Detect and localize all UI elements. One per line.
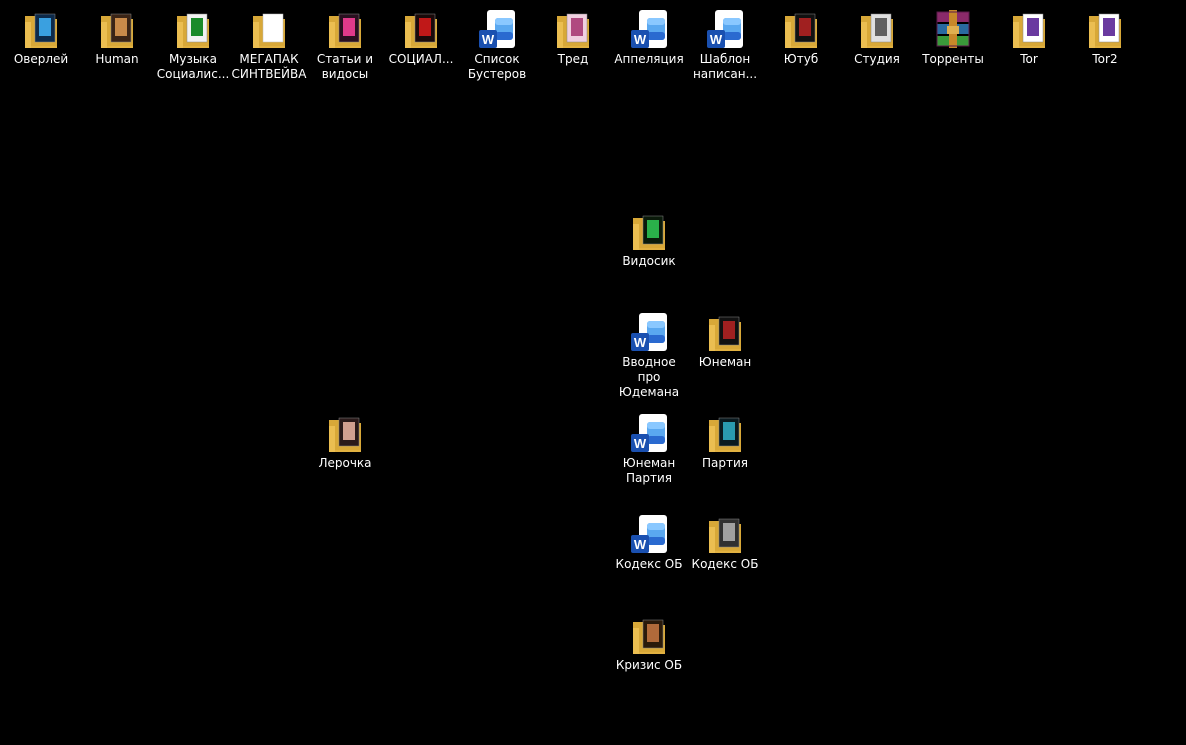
icon-label: Партия [701, 456, 748, 470]
word-document-icon: W [629, 8, 669, 52]
folder-icon [173, 8, 213, 52]
icon-label: Лерочка [318, 456, 372, 470]
word-document-icon: W [629, 311, 669, 355]
svg-text:W: W [710, 32, 723, 47]
desktop-icon-overlay[interactable]: Оверлей [3, 2, 79, 98]
icon-label: Вводное про Юдемана [618, 355, 680, 399]
folder-icon [705, 513, 745, 557]
desktop-icon-intro-udeman[interactable]: W Вводное про Юдемана [611, 305, 687, 401]
icon-label: Торренты [922, 52, 984, 66]
folder-icon [401, 8, 441, 52]
desktop-icon-torrents[interactable]: Торренты [915, 2, 991, 98]
icon-label: Кризис ОБ [615, 658, 683, 672]
icon-label: Список Бустеров [467, 52, 527, 81]
folder-icon [629, 210, 669, 254]
desktop-icon-thread[interactable]: Тред [535, 2, 611, 98]
desktop-icon-codex-doc[interactable]: W Кодекс ОБ [611, 507, 687, 603]
desktop-icon-studio[interactable]: Студия [839, 2, 915, 98]
folder-icon [857, 8, 897, 52]
svg-text:W: W [634, 32, 647, 47]
icon-label: Статьи и видосы [316, 52, 374, 81]
folder-icon [21, 8, 61, 52]
word-document-icon: W [629, 513, 669, 557]
folder-icon [97, 8, 137, 52]
folder-icon [629, 614, 669, 658]
icon-label: Юнеман Партия [622, 456, 676, 485]
word-document-icon: W [629, 412, 669, 456]
svg-text:W: W [634, 436, 647, 451]
folder-icon [1009, 8, 1049, 52]
icon-label: Tor [1020, 52, 1038, 66]
desktop-icon-tor[interactable]: Tor [991, 2, 1067, 98]
folder-icon [325, 8, 365, 52]
desktop-icon-youtube[interactable]: Ютуб [763, 2, 839, 98]
icon-label: СОЦИАЛ... [388, 52, 454, 66]
icon-label: Кодекс ОБ [615, 557, 683, 571]
icon-label: Студия [854, 52, 900, 66]
folder-icon [325, 412, 365, 456]
icon-label: Тред [557, 52, 589, 66]
desktop-icon-human[interactable]: Human [79, 2, 155, 98]
folder-icon [553, 8, 593, 52]
icon-label: Кодекс ОБ [691, 557, 759, 571]
desktop-icon-party[interactable]: Партия [687, 406, 763, 502]
desktop-icon-crisis[interactable]: Кризис ОБ [611, 608, 687, 704]
desktop-icon-uneman[interactable]: Юнеман [687, 305, 763, 401]
desktop-icon-video[interactable]: Видосик [611, 204, 687, 300]
icon-label: Юнеман [698, 355, 752, 369]
icon-label: МЕГАПАК СИНТВЕЙВА [231, 52, 307, 81]
desktop-icon-articles-videos[interactable]: Статьи и видосы [307, 2, 383, 98]
folder-icon [705, 311, 745, 355]
icon-label: Аппеляция [614, 52, 684, 66]
icon-label: Tor2 [1092, 52, 1118, 66]
desktop-icon-appeal[interactable]: W Аппеляция [611, 2, 687, 98]
icon-label: Ютуб [783, 52, 819, 66]
svg-text:W: W [482, 32, 495, 47]
svg-text:W: W [634, 335, 647, 350]
icon-label: Музыка Социалис... [156, 52, 230, 81]
desktop-icon-lerochka[interactable]: Лерочка [307, 406, 383, 502]
folder-icon [781, 8, 821, 52]
desktop-icon-tor2[interactable]: Tor2 [1067, 2, 1143, 98]
desktop-icon-template[interactable]: W Шаблон написан... [687, 2, 763, 98]
desktop-icon-uneman-party-doc[interactable]: W Юнеман Партия [611, 406, 687, 502]
word-document-icon: W [477, 8, 517, 52]
icon-label: Human [95, 52, 139, 66]
desktop[interactable]: Оверлей Human Музыка Социалис... МЕГАПАК… [0, 0, 1186, 745]
svg-text:W: W [634, 537, 647, 552]
winrar-archive-icon [933, 8, 973, 52]
folder-icon [249, 8, 289, 52]
folder-icon [705, 412, 745, 456]
desktop-icon-megapack[interactable]: МЕГАПАК СИНТВЕЙВА [231, 2, 307, 98]
desktop-icon-codex-folder[interactable]: Кодекс ОБ [687, 507, 763, 603]
icon-label: Шаблон написан... [692, 52, 758, 81]
desktop-icon-social[interactable]: СОЦИАЛ... [383, 2, 459, 98]
word-document-icon: W [705, 8, 745, 52]
icon-label: Оверлей [13, 52, 69, 66]
icon-label: Видосик [622, 254, 676, 268]
folder-icon [1085, 8, 1125, 52]
desktop-icon-booster-list[interactable]: W Список Бустеров [459, 2, 535, 98]
desktop-icon-music-socialist[interactable]: Музыка Социалис... [155, 2, 231, 98]
